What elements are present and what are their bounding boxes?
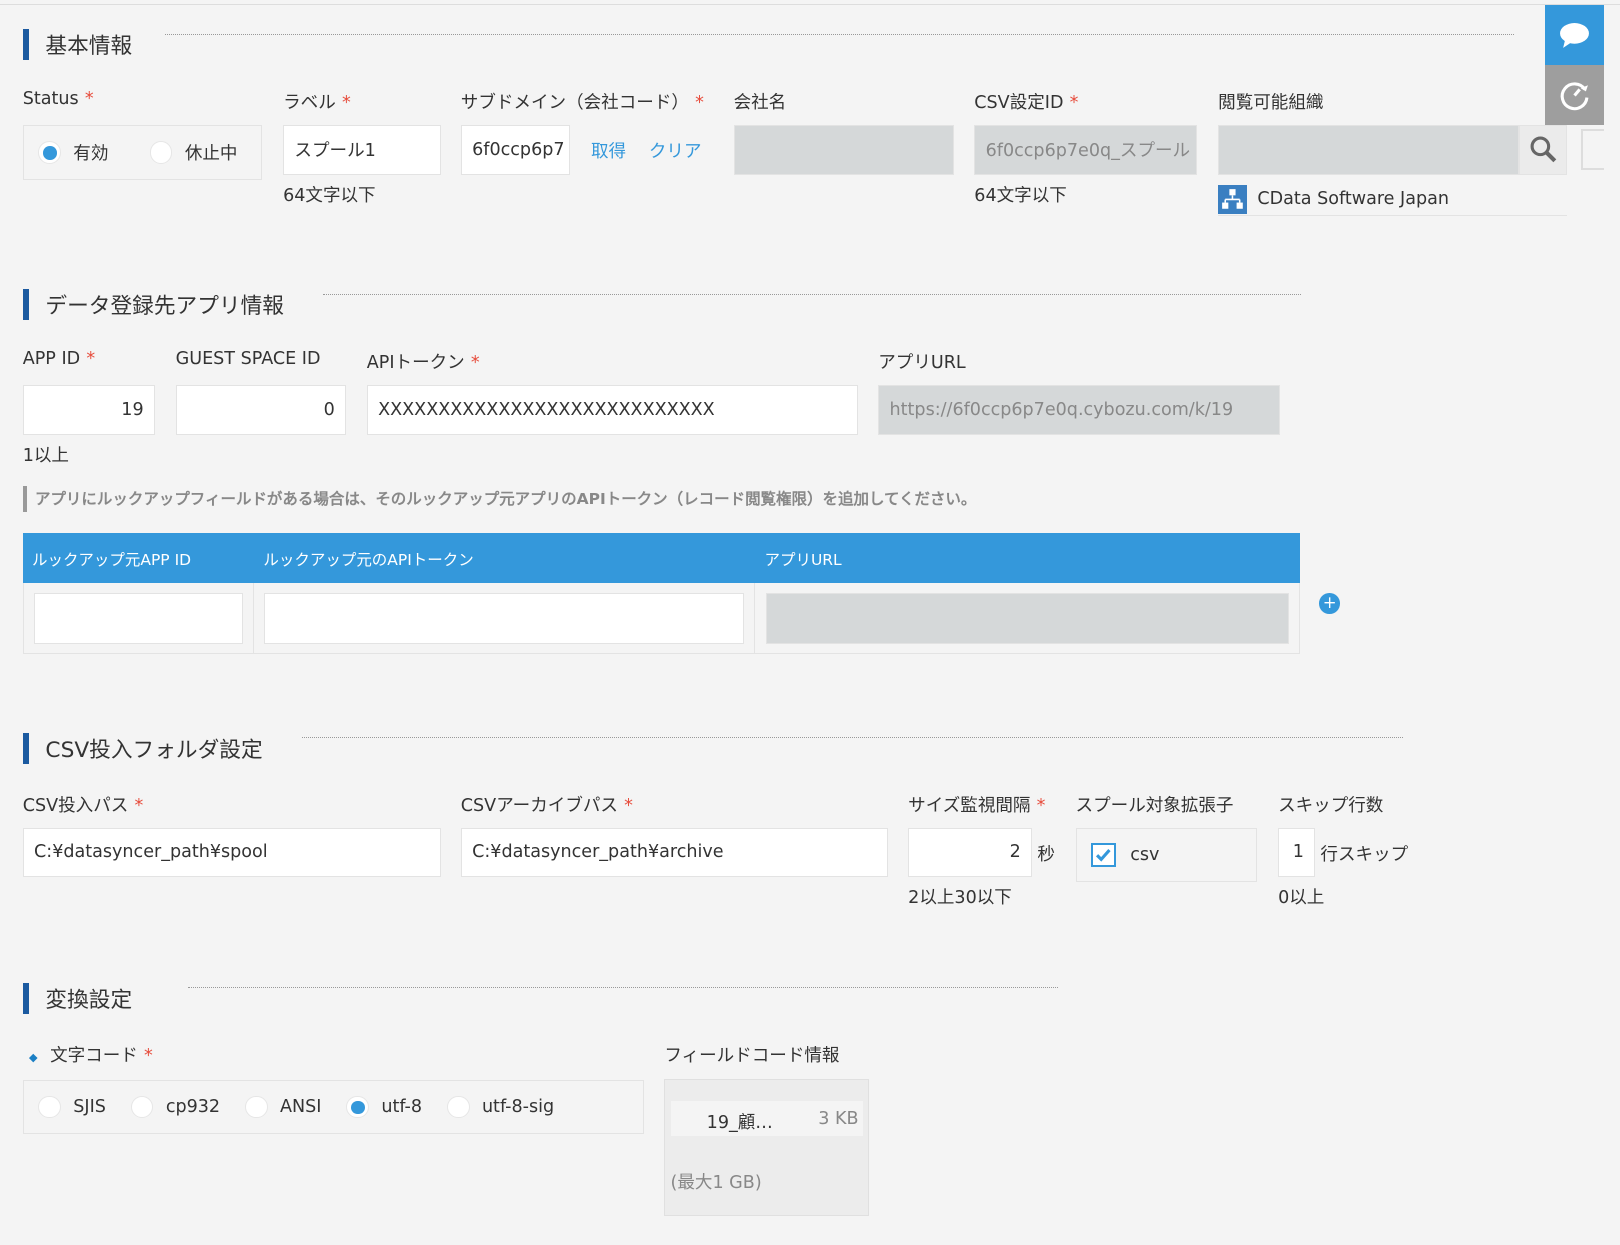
csvid-label: CSV設定ID *	[974, 92, 1079, 113]
uploaded-file[interactable]: 19_顧… 3 KB	[670, 1101, 863, 1137]
field-code-label: フィールドコード情報	[664, 1046, 840, 1067]
status-radio-group: 有効 休止中	[22, 125, 263, 180]
csvid-input: 6f0ccp6p7e0q_スプール	[974, 125, 1198, 175]
max-size-hint: (最大1 GB)	[670, 1172, 762, 1193]
interval-label: サイズ監視間隔 *	[908, 796, 1046, 817]
get-link[interactable]: 取得	[591, 138, 626, 163]
url-input: https://6f0ccp6p7e0q.cybozu.com/k/19	[878, 385, 1281, 435]
radio-icon	[244, 1095, 268, 1119]
token-label: APIトークン *	[366, 353, 480, 374]
radio-icon	[38, 141, 61, 164]
lookup-table-header: ルックアップ元APP ID ルックアップ元のAPIトークン アプリURL	[22, 533, 1300, 583]
section-folder-title: CSV投入フォルダ設定	[22, 732, 263, 764]
status-paused-radio[interactable]: 休止中	[149, 140, 237, 165]
section-heading: データ登録先アプリ情報	[45, 294, 284, 320]
guest-input[interactable]: 0	[175, 385, 347, 435]
subdomain-label: サブドメイン（会社コード） *	[460, 92, 704, 113]
radio-icon	[38, 1095, 61, 1119]
skip-hint: 0以上	[1278, 888, 1325, 909]
ext-checkbox-group: csv	[1075, 827, 1258, 883]
subdomain-input[interactable]: 6f0ccp6p7	[460, 125, 571, 175]
radio-icon	[346, 1095, 369, 1119]
file-upload-area[interactable]: 19_顧… 3 KB (最大1 GB)	[664, 1078, 869, 1217]
charset-radio-utf8[interactable]: utf-8	[346, 1095, 422, 1119]
skip-input[interactable]: 1	[1278, 827, 1316, 878]
lookup-table: ルックアップ元APP ID ルックアップ元のAPIトークン アプリURL	[22, 533, 1300, 654]
csvid-hint: 64文字以下	[974, 185, 1067, 206]
charset-radio-ansi[interactable]: ANSI	[244, 1095, 321, 1119]
section-basic-title: 基本情報	[22, 28, 133, 60]
header-app-id: ルックアップ元APP ID	[31, 550, 192, 569]
input-path-label: CSV投入パス *	[22, 796, 144, 817]
clear-link[interactable]: クリア	[649, 138, 702, 163]
interval-input[interactable]: 2	[908, 827, 1033, 878]
plus-icon: +	[1322, 593, 1337, 613]
divider	[165, 34, 1514, 36]
header-api-token: ルックアップ元のAPIトークン	[263, 550, 474, 569]
archive-path-field[interactable]: C:¥datasyncer_path¥archive	[460, 827, 888, 878]
label-label: ラベル *	[283, 92, 351, 113]
checkmark-icon	[1096, 848, 1111, 862]
history-button[interactable]	[1544, 65, 1604, 125]
ext-checkbox-label: csv	[1130, 844, 1160, 865]
file-name: 19_顧…	[706, 1112, 773, 1133]
ext-label: スプール対象拡張子	[1075, 796, 1234, 817]
divider	[323, 294, 1301, 296]
archive-path-label: CSVアーカイブパス *	[460, 796, 633, 817]
guest-label: GUEST SPACE ID	[175, 349, 321, 370]
lookup-url-input	[765, 593, 1290, 644]
org-search-input[interactable]	[1218, 125, 1519, 175]
divider	[188, 986, 1058, 988]
section-convert-title: 変換設定	[22, 982, 133, 1014]
label-hint: 64文字以下	[283, 185, 376, 206]
organization-icon	[1218, 184, 1248, 214]
org-entry: CData Software Japan	[1218, 184, 1568, 216]
input-path-field[interactable]: C:¥datasyncer_path¥spool	[22, 827, 442, 878]
skip-unit: 行スキップ	[1320, 845, 1409, 866]
org-entry-name: CData Software Japan	[1257, 189, 1449, 210]
top-divider	[0, 4, 1620, 6]
interval-unit: 秒	[1037, 845, 1055, 866]
divider	[301, 736, 1404, 738]
history-clock-icon	[1560, 81, 1589, 110]
company-input	[733, 125, 954, 175]
diamond-bullet-icon: ◆	[28, 1050, 38, 1065]
company-label: 会社名	[733, 92, 787, 113]
chat-bubble-icon	[1559, 22, 1589, 48]
charset-radio-sjis[interactable]: SJIS	[38, 1095, 106, 1119]
header-app-url: アプリURL	[764, 550, 842, 569]
search-icon	[1530, 136, 1556, 163]
section-heading: 基本情報	[45, 33, 133, 59]
lookup-token-input[interactable]	[264, 593, 744, 644]
radio-icon	[446, 1095, 470, 1119]
token-input[interactable]: XXXXXXXXXXXXXXXXXXXXXXXXXXXX	[366, 385, 858, 435]
section-app-title: データ登録先アプリ情報	[22, 289, 284, 321]
ext-checkbox[interactable]	[1091, 842, 1116, 868]
section-heading: CSV投入フォルダ設定	[45, 737, 263, 763]
label-input[interactable]: スプール1	[283, 125, 442, 175]
url-label: アプリURL	[878, 353, 966, 374]
lookup-appid-input[interactable]	[34, 593, 243, 644]
skip-label: スキップ行数	[1278, 796, 1384, 817]
lookup-notice: アプリにルックアップフィールドがある場合は、そのルックアップ元アプリのAPIトー…	[22, 485, 976, 513]
org-label: 閲覧可能組織	[1218, 92, 1324, 113]
appid-input[interactable]: 19	[22, 385, 155, 435]
charset-label: ◆ 文字コード *	[28, 1046, 153, 1067]
radio-icon	[149, 141, 173, 164]
section-heading: 変換設定	[45, 987, 133, 1013]
interval-hint: 2以上30以下	[908, 888, 1012, 909]
file-size: 3 KB	[818, 1108, 859, 1129]
charset-radio-cp932[interactable]: cp932	[130, 1095, 220, 1119]
status-active-radio[interactable]: 有効	[38, 140, 108, 165]
radio-icon	[130, 1095, 154, 1119]
org-search-button[interactable]	[1518, 125, 1568, 175]
comment-button[interactable]	[1544, 5, 1604, 66]
appid-label: APP ID *	[22, 349, 96, 370]
charset-radio-group: SJIS cp932 ANSI utf-8 utf-8-sig	[22, 1079, 644, 1135]
appid-hint: 1以上	[22, 446, 69, 467]
status-label: Status *	[22, 88, 94, 109]
org-tree-icon[interactable]	[1580, 129, 1604, 171]
add-row-button[interactable]: +	[1319, 593, 1341, 614]
charset-radio-utf8sig[interactable]: utf-8-sig	[446, 1095, 554, 1119]
